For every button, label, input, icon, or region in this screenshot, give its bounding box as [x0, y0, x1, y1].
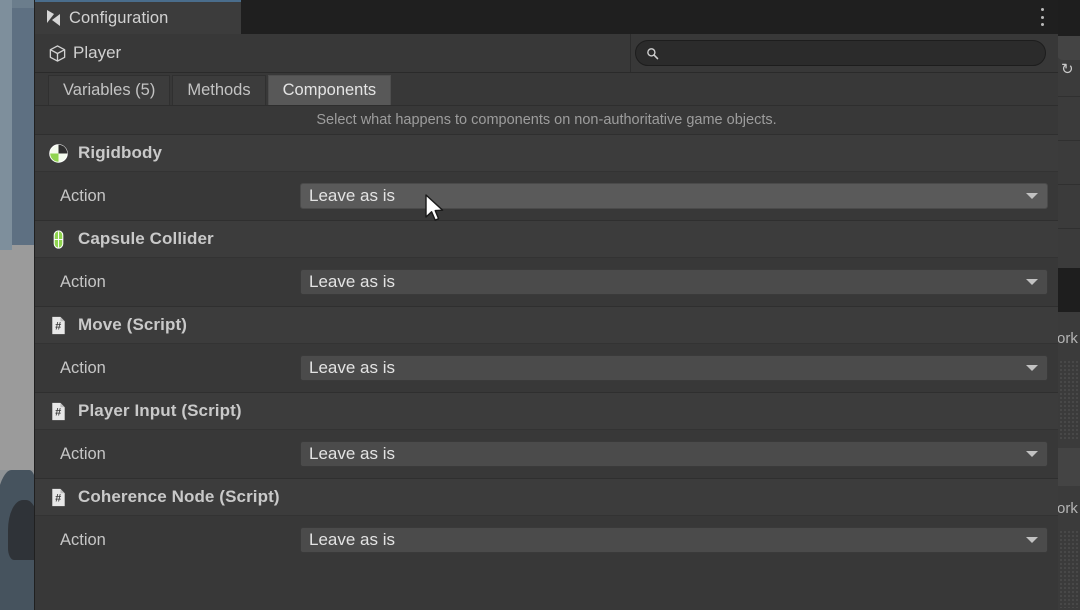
- window-tab-label: Configuration: [69, 9, 168, 28]
- action-row-player-input-script: Action Leave as is: [35, 430, 1058, 478]
- component-name: Coherence Node (Script): [78, 487, 280, 507]
- breadcrumb-label: Player: [73, 43, 121, 63]
- right-panel-text-1: ork: [1057, 330, 1080, 347]
- action-label: Action: [60, 187, 300, 206]
- action-dropdown-coherence-node-script[interactable]: Leave as is: [300, 527, 1048, 553]
- tab-variables-label: Variables (5): [63, 81, 155, 100]
- action-row-rigidbody: Action Leave as is: [35, 172, 1058, 220]
- chevron-down-icon: [1026, 279, 1038, 285]
- object-header-bar: Player: [35, 34, 1058, 73]
- action-label: Action: [60, 531, 300, 550]
- tab-methods-label: Methods: [187, 81, 250, 100]
- search-area: [631, 40, 1058, 66]
- action-label: Action: [60, 273, 300, 292]
- component-name: Rigidbody: [78, 143, 162, 163]
- action-label: Action: [60, 445, 300, 464]
- action-dropdown-player-input-script[interactable]: Leave as is: [300, 441, 1048, 467]
- component-header-move-script: # Move (Script): [35, 306, 1058, 344]
- game-scene-background: [0, 0, 34, 610]
- tab-bar: Variables (5) Methods Components: [35, 73, 1058, 106]
- search-input[interactable]: [665, 42, 1045, 64]
- component-header-capsule-collider: Capsule Collider: [35, 220, 1058, 258]
- csharp-script-icon: #: [48, 401, 69, 422]
- coherence-logo-icon: [46, 10, 61, 26]
- component-header-player-input-script: # Player Input (Script): [35, 392, 1058, 430]
- help-text: Select what happens to components on non…: [35, 106, 1058, 134]
- chevron-down-icon: [1026, 451, 1038, 457]
- action-label: Action: [60, 359, 300, 378]
- search-icon: [646, 47, 659, 60]
- svg-text:#: #: [55, 492, 61, 504]
- action-dropdown-value: Leave as is: [309, 272, 395, 292]
- kebab-menu-icon[interactable]: [1040, 8, 1044, 26]
- rigidbody-icon: [48, 143, 69, 164]
- action-row-capsule-collider: Action Leave as is: [35, 258, 1058, 306]
- action-dropdown-capsule-collider[interactable]: Leave as is: [300, 269, 1048, 295]
- component-header-coherence-node-script: # Coherence Node (Script): [35, 478, 1058, 516]
- tab-components-label: Components: [283, 81, 377, 100]
- action-row-coherence-node-script: Action Leave as is: [35, 516, 1058, 564]
- right-panel-text-2: ork: [1057, 500, 1080, 517]
- breadcrumb[interactable]: Player: [35, 34, 631, 72]
- search-box[interactable]: [635, 40, 1046, 66]
- action-dropdown-rigidbody[interactable]: Leave as is: [300, 183, 1048, 209]
- window-tab-configuration[interactable]: Configuration: [35, 0, 241, 34]
- component-list: Rigidbody Action Leave as is C: [35, 134, 1058, 564]
- action-dropdown-value: Leave as is: [309, 358, 395, 378]
- scene-sky: [0, 0, 12, 250]
- refresh-icon[interactable]: ↻: [1061, 60, 1074, 78]
- scene-object: [8, 500, 34, 560]
- component-header-rigidbody: Rigidbody: [35, 134, 1058, 172]
- component-name: Capsule Collider: [78, 229, 214, 249]
- right-side-panel: ↻ ork ork: [1056, 0, 1080, 610]
- chevron-down-icon: [1026, 537, 1038, 543]
- csharp-script-icon: #: [48, 487, 69, 508]
- action-dropdown-value: Leave as is: [309, 444, 395, 464]
- window-titlebar: Configuration: [35, 0, 1058, 34]
- action-dropdown-value: Leave as is: [309, 186, 395, 206]
- svg-text:#: #: [55, 406, 61, 418]
- capsule-collider-icon: [48, 229, 69, 250]
- prefab-cube-icon: [48, 44, 67, 63]
- action-dropdown-value: Leave as is: [309, 530, 395, 550]
- tab-variables[interactable]: Variables (5): [48, 75, 170, 105]
- configuration-window: Configuration Player: [34, 0, 1058, 610]
- component-name: Move (Script): [78, 315, 187, 335]
- tab-components[interactable]: Components: [268, 75, 392, 105]
- screen-root: ↻ ork ork Configuration: [0, 0, 1080, 610]
- action-row-move-script: Action Leave as is: [35, 344, 1058, 392]
- action-dropdown-move-script[interactable]: Leave as is: [300, 355, 1048, 381]
- chevron-down-icon: [1026, 193, 1038, 199]
- tab-methods[interactable]: Methods: [172, 75, 265, 105]
- csharp-script-icon: #: [48, 315, 69, 336]
- svg-text:#: #: [55, 320, 61, 332]
- component-name: Player Input (Script): [78, 401, 242, 421]
- chevron-down-icon: [1026, 365, 1038, 371]
